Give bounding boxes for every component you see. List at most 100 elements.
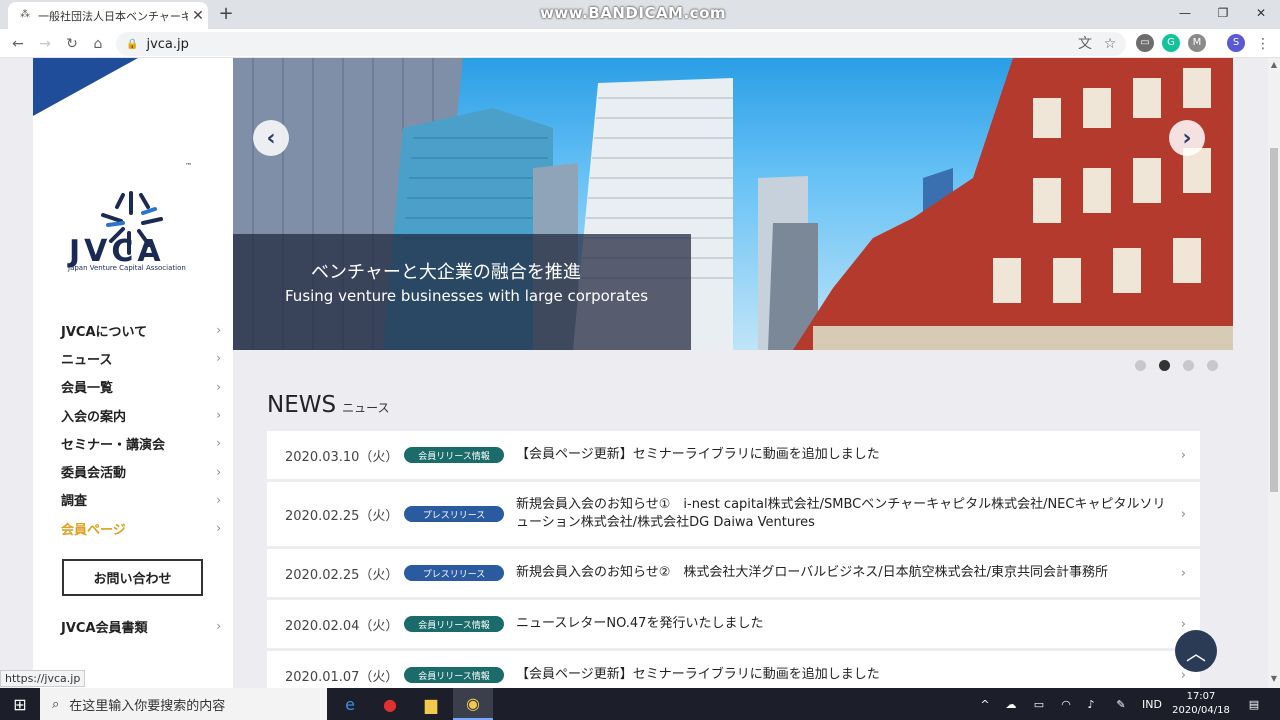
new-tab-button[interactable]: +	[216, 4, 236, 24]
page-scrollbar[interactable]: ▲ ▼	[1268, 58, 1280, 688]
contact-button[interactable]: お問い合わせ	[62, 559, 203, 596]
scroll-to-top-button[interactable]: ︿	[1175, 630, 1217, 672]
slider-dot[interactable]	[1207, 360, 1218, 371]
site-favicon-icon: ⁂	[20, 8, 30, 20]
news-item[interactable]: 2020.02.25（火） プレスリリース 新規会員入会のお知らせ② 株式会社大…	[267, 549, 1200, 597]
news-date: 2020.03.10（火）	[285, 449, 399, 465]
back-button[interactable]: ←	[7, 33, 29, 55]
news-date: 2020.02.25（火）	[285, 567, 399, 583]
chevron-right-icon: ›	[216, 379, 221, 394]
translate-icon[interactable]: 文	[1074, 33, 1096, 55]
tab-close-icon[interactable]: ✕	[188, 8, 208, 24]
address-bar[interactable]: 🔒 jvca.jp	[116, 32, 1126, 56]
news-text: ニュースレターNO.47を発行いたしました	[516, 616, 764, 631]
wifi-icon[interactable]: ◠	[1055, 688, 1077, 720]
news-item[interactable]: 2020.02.25（火） プレスリリース 新規会員入会のお知らせ① i-nes…	[267, 482, 1200, 546]
sidebar-item-seminars[interactable]: セミナー・講演会 ›	[61, 429, 221, 457]
slider-prev-button[interactable]: ‹	[253, 120, 289, 156]
sidebar-item-label: 委員会活動	[61, 466, 127, 482]
sidebar-item-committees[interactable]: 委員会活動 ›	[61, 457, 221, 485]
sidebar-item-label: 会員ページ	[61, 522, 126, 538]
sidebar-item-member-page[interactable]: 会員ページ ›	[61, 514, 221, 542]
news-title: NEWS	[267, 392, 337, 418]
news-badge: プレスリリース	[404, 506, 504, 522]
hero-title-jp: ベンチャーと大企業の融合を推進	[311, 262, 581, 283]
pen-icon[interactable]: ✎	[1110, 688, 1132, 720]
tab-title: 一般社団法人日本ベンチャーキ	[38, 9, 188, 23]
chevron-right-icon: ›	[216, 408, 221, 423]
extension-m-icon[interactable]: M	[1188, 34, 1206, 52]
sidebar: ™ JVCA Japan Venture Capital Association…	[33, 58, 233, 688]
address-url: jvca.jp	[146, 36, 189, 52]
news-item[interactable]: 2020.01.07（火） 会員リリース情報 【会員ページ更新】セミナーライブラ…	[267, 651, 1200, 688]
trademark-mark: ™	[185, 162, 192, 170]
members-docs-link[interactable]: JVCA会員書類 ›	[61, 616, 221, 636]
chrome-app-icon[interactable]: ◉	[453, 688, 493, 720]
file-explorer-icon[interactable]: ▆	[411, 688, 451, 720]
scroll-down-icon[interactable]: ▼	[1268, 674, 1280, 686]
scroll-thumb[interactable]	[1270, 148, 1278, 492]
forward-button[interactable]: →	[34, 33, 56, 55]
recorder-app-icon[interactable]: ●	[370, 688, 410, 720]
sidebar-item-join[interactable]: 入会の案内 ›	[61, 401, 221, 429]
bookmark-star-icon[interactable]: ☆	[1099, 33, 1121, 55]
chevron-right-icon: ›	[216, 619, 221, 633]
notifications-icon[interactable]: ▤	[1242, 688, 1266, 720]
clock-date: 2020/04/18	[1172, 705, 1230, 716]
menu-icon[interactable]: ⋮	[1252, 33, 1274, 55]
profile-avatar[interactable]: S	[1227, 34, 1245, 52]
tray-overflow-icon[interactable]: ^	[976, 688, 994, 720]
minimize-button[interactable]: —	[1166, 0, 1204, 29]
slider-dot[interactable]	[1135, 360, 1146, 371]
taskbar-clock[interactable]: 17:07 2020/04/18	[1166, 690, 1236, 718]
volume-icon[interactable]: ♪	[1080, 688, 1102, 720]
news-text: 新規会員入会のお知らせ① i-nest capital株式会社/SMBCベンチャ…	[516, 497, 1166, 530]
window-close-button[interactable]: ✕	[1242, 0, 1280, 29]
scroll-up-icon[interactable]: ▲	[1268, 60, 1280, 72]
news-badge: 会員リリース情報	[404, 447, 504, 463]
battery-icon[interactable]: ▭	[1028, 688, 1050, 720]
news-item[interactable]: 2020.03.10（火） 会員リリース情報 【会員ページ更新】セミナーライブラ…	[267, 431, 1200, 479]
slider-next-button[interactable]: ›	[1169, 120, 1205, 156]
browser-tab[interactable]: ⁂ 一般社団法人日本ベンチャーキ ✕	[8, 2, 208, 29]
news-badge: プレスリリース	[404, 565, 504, 581]
maximize-button[interactable]: ❐	[1204, 0, 1242, 29]
chevron-right-icon: ›	[1180, 667, 1186, 683]
start-button[interactable]: ⊞	[0, 688, 40, 720]
taskbar-search[interactable]: ⌕ 在这里输入你要搜索的内容	[40, 688, 327, 720]
chevron-right-icon: ›	[216, 351, 221, 366]
edge-app-icon[interactable]: e	[330, 688, 370, 720]
grammarly-icon[interactable]: G	[1162, 34, 1180, 52]
sidebar-item-research[interactable]: 調査 ›	[61, 486, 221, 514]
home-button[interactable]: ⌂	[87, 33, 109, 55]
page-content: ™ JVCA Japan Venture Capital Association…	[0, 58, 1268, 688]
network-status-icon[interactable]: ☁	[1000, 688, 1022, 720]
sidebar-item-label: JVCAについて	[61, 324, 148, 340]
chevron-right-icon: ›	[216, 436, 221, 451]
news-badge: 会員リリース情報	[404, 667, 504, 683]
hero-title-en: Fusing venture businesses with large cor…	[285, 287, 649, 305]
sidebar-item-news[interactable]: ニュース ›	[61, 344, 221, 372]
slider-dot-active[interactable]	[1159, 360, 1170, 371]
reload-button[interactable]: ↻	[61, 33, 83, 55]
slider-dot[interactable]	[1183, 360, 1194, 371]
news-text: 新規会員入会のお知らせ② 株式会社大洋グローバルビジネス/日本航空株式会社/東京…	[516, 565, 1109, 580]
corner-decoration	[33, 58, 138, 116]
news-badge: 会員リリース情報	[404, 616, 504, 632]
chevron-right-icon: ›	[1180, 506, 1186, 522]
news-date: 2020.02.25（火）	[285, 508, 399, 524]
extension-icon[interactable]: ▭	[1136, 34, 1154, 52]
news-item[interactable]: 2020.02.04（火） 会員リリース情報 ニュースレターNO.47を発行いた…	[267, 600, 1200, 648]
input-language[interactable]: IND	[1138, 688, 1166, 720]
news-header: NEWS ニュース	[267, 392, 390, 418]
sidebar-item-about[interactable]: JVCAについて ›	[61, 316, 221, 344]
sidebar-item-label: 会員一覧	[61, 381, 114, 397]
news-date: 2020.01.07（火）	[285, 669, 399, 685]
news-text: 【会員ページ更新】セミナーライブラリに動画を追加しました	[516, 667, 880, 682]
chevron-right-icon: ›	[1180, 447, 1186, 463]
slider-pagination	[1135, 360, 1218, 371]
taskbar-search-placeholder: 在这里输入你要搜索的内容	[69, 698, 226, 714]
sidebar-item-members[interactable]: 会員一覧 ›	[61, 373, 221, 401]
sidebar-item-label: 入会の案内	[61, 409, 127, 425]
chevron-right-icon: ›	[1180, 565, 1186, 581]
